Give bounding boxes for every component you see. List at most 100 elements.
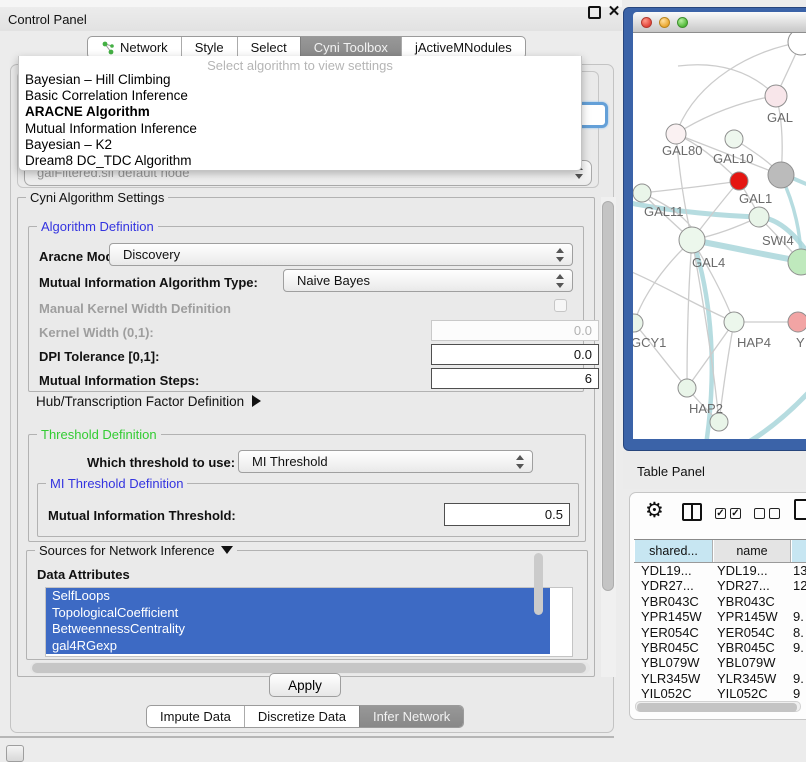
network-view-canvas[interactable]: GALGAL80GAL10GAL1GAL11SWI4GAL4GCY1HAP4YH… bbox=[633, 33, 806, 439]
table-row[interactable]: YPR145WYPR145W9. bbox=[634, 609, 806, 624]
aracne-mode-combobox[interactable]: Discovery bbox=[109, 243, 573, 266]
table-row[interactable]: YBR045CYBR045C9. bbox=[634, 640, 806, 655]
table-cell[interactable]: YDR27... bbox=[713, 578, 791, 593]
table-cell[interactable]: YBR045C bbox=[634, 640, 713, 655]
network-edge-thick[interactable] bbox=[781, 176, 801, 261]
table-cell[interactable]: YDL19... bbox=[634, 563, 713, 578]
mi-algorithm-type-combobox[interactable]: Naive Bayes bbox=[283, 269, 573, 292]
apply-button[interactable]: Apply bbox=[269, 673, 341, 697]
table-cell[interactable]: 12 bbox=[791, 578, 806, 593]
node-gal1-selected[interactable] bbox=[730, 172, 748, 190]
close-traffic-light-icon[interactable] bbox=[641, 17, 652, 28]
attribute-item-gal4rgexp[interactable]: gal4RGexp bbox=[46, 638, 550, 655]
table-row[interactable]: YLR345WYLR345W9. bbox=[634, 671, 806, 686]
table-cell[interactable]: YBL079W bbox=[634, 655, 713, 670]
which-threshold-combobox[interactable]: MI Threshold bbox=[238, 450, 533, 473]
algorithm-option-bayesian-k2[interactable]: Bayesian – K2 bbox=[19, 137, 581, 153]
node-swi4[interactable] bbox=[749, 207, 769, 227]
attributes-scrollbar[interactable] bbox=[534, 553, 543, 615]
tab-network[interactable]: Network bbox=[88, 37, 181, 58]
algorithm-option-dream8-dc-tdc-algorithm[interactable]: Dream8 DC_TDC Algorithm bbox=[19, 153, 581, 169]
table-cell[interactable]: 9. bbox=[791, 640, 806, 655]
dpi-tolerance-field[interactable]: 0.0 bbox=[431, 344, 599, 365]
data-attributes-list[interactable]: SelfLoopsTopologicalCoefficientBetweenne… bbox=[45, 587, 573, 657]
table-cell[interactable] bbox=[791, 594, 806, 609]
dock-panel-icon[interactable] bbox=[6, 745, 24, 762]
minimize-traffic-light-icon[interactable] bbox=[659, 17, 670, 28]
node-gal80[interactable] bbox=[666, 124, 686, 144]
settings-gear-icon[interactable]: ⚙ bbox=[645, 498, 664, 523]
node-salmon-right[interactable] bbox=[788, 312, 806, 332]
table-cell[interactable]: YPR145W bbox=[713, 609, 791, 624]
table-cell[interactable]: YIL052C bbox=[634, 686, 713, 701]
tab-impute-data[interactable]: Impute Data bbox=[147, 706, 244, 727]
network-edge[interactable] bbox=[642, 181, 739, 193]
table-cell[interactable]: YDL19... bbox=[713, 563, 791, 578]
table-cell[interactable]: YBR045C bbox=[713, 640, 791, 655]
node-green-right[interactable] bbox=[788, 249, 806, 275]
network-window-titlebar[interactable] bbox=[633, 12, 806, 33]
table-cell[interactable]: 8. bbox=[791, 625, 806, 640]
table-cell[interactable]: YPR145W bbox=[634, 609, 713, 624]
table-row[interactable]: YBL079WYBL079W bbox=[634, 655, 806, 670]
node-pink-top[interactable] bbox=[765, 85, 787, 107]
table-cell[interactable]: YLR345W bbox=[634, 671, 713, 686]
float-window-icon[interactable] bbox=[588, 6, 601, 19]
zoom-traffic-light-icon[interactable] bbox=[677, 17, 688, 28]
tab-cyni-toolbox[interactable]: Cyni Toolbox bbox=[300, 37, 401, 58]
table-row[interactable]: YDR27...YDR27...12 bbox=[634, 578, 806, 593]
deselect-all-icon[interactable] bbox=[754, 508, 765, 519]
network-edge[interactable] bbox=[678, 65, 776, 96]
tab-jactivemnodules[interactable]: jActiveMNodules bbox=[401, 37, 525, 58]
attribute-item-betweennesscentrality[interactable]: BetweennessCentrality bbox=[46, 621, 550, 638]
node-unlabeled-top[interactable] bbox=[788, 33, 806, 55]
algorithm-option-bayesian-hill-climbing[interactable]: Bayesian – Hill Climbing bbox=[19, 72, 581, 88]
expand-right-icon[interactable] bbox=[252, 395, 261, 407]
table-cell[interactable]: 13 bbox=[791, 563, 806, 578]
table-cell[interactable]: YER054C bbox=[634, 625, 713, 640]
table-cell[interactable]: 9 bbox=[791, 686, 806, 701]
collapse-down-icon[interactable] bbox=[221, 546, 233, 554]
network-edge[interactable] bbox=[634, 323, 687, 388]
table-horizontal-scrollbar[interactable] bbox=[635, 701, 801, 712]
algorithm-option-mutual-information-inference[interactable]: Mutual Information Inference bbox=[19, 121, 581, 137]
tab-style[interactable]: Style bbox=[181, 37, 237, 58]
column-header-shared[interactable]: shared... bbox=[634, 540, 713, 562]
tab-discretize-data[interactable]: Discretize Data bbox=[244, 706, 359, 727]
network-edge[interactable] bbox=[676, 96, 776, 134]
network-edge-thick[interactable] bbox=[723, 381, 806, 439]
table-cell[interactable]: YBR043C bbox=[713, 594, 791, 609]
table-cell[interactable] bbox=[791, 655, 806, 670]
node-gal4[interactable] bbox=[679, 227, 705, 253]
node-hap2[interactable] bbox=[678, 379, 696, 397]
new-column-icon[interactable] bbox=[794, 499, 806, 520]
table-row[interactable]: YDL19...YDL19...13 bbox=[634, 563, 806, 578]
hub-transcription-factor-section[interactable]: Hub/Transcription Factor Definition bbox=[36, 394, 261, 409]
table-cell[interactable]: YIL052C bbox=[713, 686, 791, 701]
table-cell[interactable]: 9. bbox=[791, 609, 806, 624]
node-gray[interactable] bbox=[768, 162, 794, 188]
table-row[interactable]: YIL052CYIL052C9 bbox=[634, 686, 806, 701]
network-edge[interactable] bbox=[634, 240, 692, 323]
mi-steps-field[interactable]: 6 bbox=[431, 368, 599, 389]
deselect-all-icon[interactable] bbox=[769, 508, 780, 519]
table-cell[interactable]: 9. bbox=[791, 671, 806, 686]
node-gcy1[interactable] bbox=[633, 314, 643, 332]
attribute-item-selfloops[interactable]: SelfLoops bbox=[46, 588, 550, 605]
select-all-checked-icon[interactable] bbox=[715, 508, 726, 519]
table-cell[interactable]: YBR043C bbox=[634, 594, 713, 609]
table-cell[interactable]: YER054C bbox=[713, 625, 791, 640]
node-gal11[interactable] bbox=[633, 184, 651, 202]
tab-infer-network[interactable]: Infer Network bbox=[359, 706, 463, 727]
algorithm-option-aracne-algorithm[interactable]: ARACNE Algorithm bbox=[19, 104, 581, 120]
tab-select[interactable]: Select bbox=[237, 37, 300, 58]
node-hap4[interactable] bbox=[724, 312, 744, 332]
close-icon[interactable] bbox=[605, 2, 623, 22]
column-header-partial[interactable] bbox=[791, 540, 806, 562]
node-gal10[interactable] bbox=[725, 130, 743, 148]
network-edge[interactable] bbox=[633, 270, 734, 322]
split-columns-icon[interactable] bbox=[682, 503, 702, 521]
mi-threshold-field[interactable]: 0.5 bbox=[444, 503, 570, 526]
attribute-item-topologicalcoefficient[interactable]: TopologicalCoefficient bbox=[46, 605, 550, 622]
manual-kernel-width-checkbox[interactable] bbox=[554, 299, 567, 312]
